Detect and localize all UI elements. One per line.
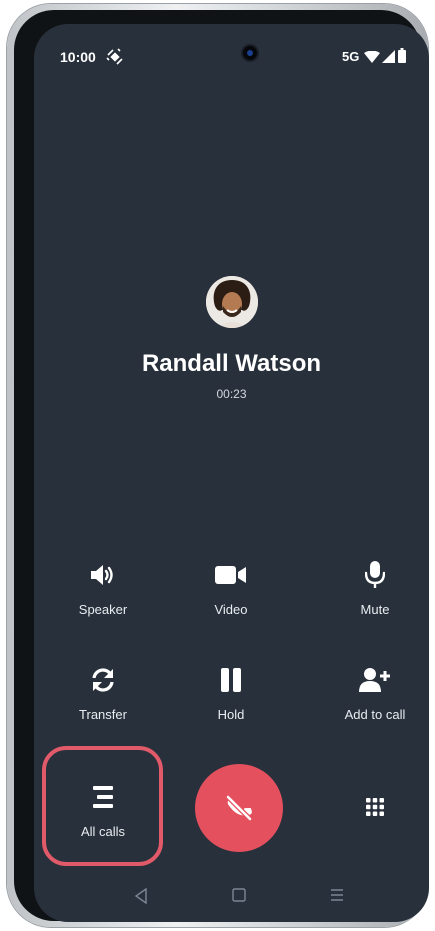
- signal-icon: [382, 50, 395, 63]
- call-screen: 10:00 5G Randall Watson 00:23 Speaker Vi…: [34, 24, 429, 922]
- satellite-icon: [106, 48, 123, 65]
- recents-icon[interactable]: [330, 888, 344, 902]
- all-calls-button[interactable]: All calls: [38, 782, 168, 839]
- status-bar: 10:00 5G: [34, 24, 429, 84]
- caller-photo: [206, 276, 258, 328]
- back-icon[interactable]: [134, 888, 148, 904]
- network-label: 5G: [342, 49, 360, 64]
- add-to-call-button[interactable]: Add to call: [310, 665, 429, 722]
- dialpad-button[interactable]: [310, 792, 429, 822]
- mute-label: Mute: [360, 602, 390, 617]
- video-camera-icon: [215, 566, 246, 584]
- transfer-label: Transfer: [79, 707, 127, 722]
- microphone-icon: [365, 561, 385, 588]
- call-timer: 00:23: [216, 387, 247, 401]
- add-person-icon: [359, 668, 390, 692]
- caller-name: Randall Watson: [141, 350, 322, 377]
- pause-icon: [221, 668, 241, 692]
- home-icon[interactable]: [232, 888, 246, 902]
- end-call-button[interactable]: [195, 764, 283, 852]
- phone-bezel: 10:00 5G Randall Watson 00:23 Speaker Vi…: [14, 10, 429, 922]
- hold-label: Hold: [217, 707, 245, 722]
- navigation-bar: [34, 880, 429, 920]
- speaker-button[interactable]: Speaker: [38, 560, 168, 617]
- end-call-icon: [225, 794, 253, 822]
- speaker-icon: [91, 565, 113, 585]
- speaker-label: Speaker: [78, 602, 128, 617]
- avatar: [206, 276, 258, 328]
- dialpad-icon: [366, 798, 384, 816]
- video-label: Video: [214, 602, 248, 617]
- battery-icon: [398, 48, 406, 63]
- hold-button[interactable]: Hold: [166, 665, 296, 722]
- transfer-icon: [92, 668, 114, 692]
- all-calls-label: All calls: [80, 824, 126, 839]
- mute-button[interactable]: Mute: [310, 560, 429, 617]
- wifi-icon: [364, 51, 380, 63]
- add-to-call-label: Add to call: [344, 707, 406, 722]
- transfer-button[interactable]: Transfer: [38, 665, 168, 722]
- list-icon: [93, 786, 113, 808]
- video-button[interactable]: Video: [166, 560, 296, 617]
- status-time: 10:00: [60, 49, 96, 65]
